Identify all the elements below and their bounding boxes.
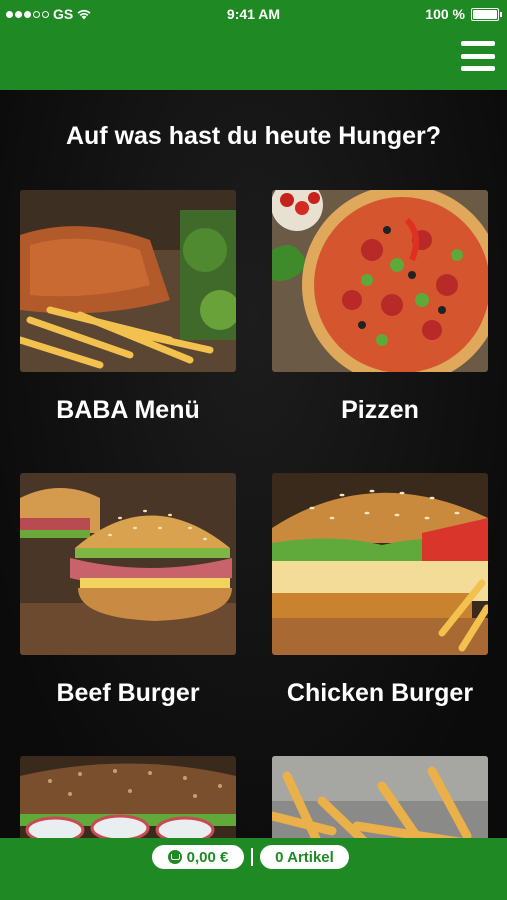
page-title: Auf was hast du heute Hunger?: [65, 122, 442, 150]
beef-burger-photo: [20, 473, 236, 655]
hamburger-menu-icon[interactable]: [461, 41, 495, 71]
category-card-beef-burger[interactable]: Beef Burger: [20, 473, 236, 709]
category-card-pizzen[interactable]: Pizzen: [272, 190, 488, 426]
battery-info: 100 %: [425, 6, 502, 22]
category-card-sandwich[interactable]: [20, 756, 236, 838]
category-label: Pizzen: [341, 396, 419, 424]
category-card-baba-menu[interactable]: BABA Menü: [20, 190, 236, 426]
battery-icon: [471, 7, 502, 21]
french-fries-photo: [272, 756, 488, 838]
category-label: BABA Menü: [56, 396, 200, 424]
cart-total-button[interactable]: 0,00 €: [152, 845, 244, 869]
cart-bar: 0,00 € 0 Artikel: [0, 838, 507, 900]
pizza-photo: [272, 190, 488, 372]
items-count-button[interactable]: 0 Artikel: [260, 845, 349, 869]
divider: [251, 848, 253, 866]
category-card-chicken-burger[interactable]: Chicken Burger: [272, 473, 488, 709]
category-screen[interactable]: Auf was hast du heute Hunger? BABA Menü …: [0, 90, 507, 838]
category-label: Chicken Burger: [286, 679, 474, 707]
schnitzel-fries-photo: [20, 190, 236, 372]
chicken-burger-photo: [272, 473, 488, 655]
items-count: 0 Artikel: [275, 848, 334, 866]
battery-percent: 100 %: [425, 6, 465, 22]
cart-icon: [167, 850, 182, 864]
sub-sandwich-photo: [20, 756, 236, 838]
category-label: Beef Burger: [56, 679, 200, 707]
app-header: [0, 28, 507, 90]
cart-total: 0,00 €: [186, 848, 229, 866]
category-card-fries[interactable]: [272, 756, 488, 838]
status-bar: GS 9:41 AM 100 %: [0, 0, 507, 28]
